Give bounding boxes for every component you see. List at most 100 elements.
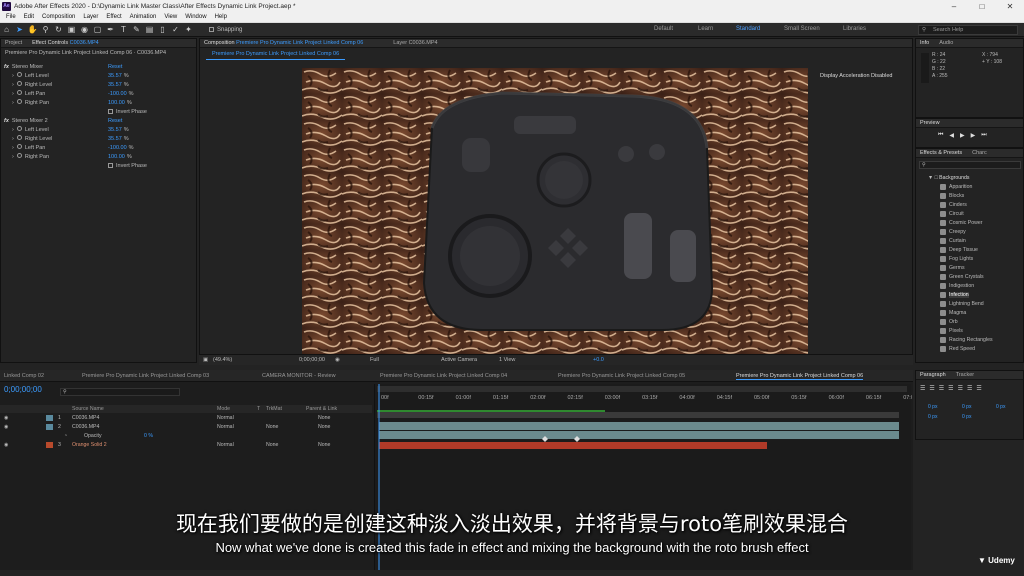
expand-icon[interactable]: › — [12, 136, 14, 142]
zoom-percent[interactable]: (49.4%) — [213, 357, 232, 363]
param-value[interactable]: 100.00% — [108, 100, 132, 106]
expand-icon[interactable]: › — [12, 145, 14, 151]
expand-icon[interactable]: › — [12, 100, 14, 106]
layer-mode[interactable]: Normal — [217, 415, 234, 421]
minimize-icon[interactable]: – — [940, 0, 968, 12]
justify-left-icon[interactable]: ☰ — [948, 385, 953, 392]
param-value[interactable]: 35.57% — [108, 82, 129, 88]
pan-behind-tool-icon[interactable]: ◉ — [79, 24, 90, 35]
menu-file[interactable]: File — [2, 14, 20, 20]
indent-first-value[interactable]: 0 px — [996, 404, 1005, 410]
viewer-timecode[interactable]: 0;00;00;00 — [299, 357, 325, 363]
layer-row[interactable]: ◔ Opacity 0 % — [0, 432, 372, 440]
timeline-search-field[interactable]: ⚲ — [60, 388, 180, 396]
tab-layer[interactable]: Layer C0036.MP4 — [393, 40, 437, 46]
zoom-tool-icon[interactable]: ⚲ — [40, 24, 51, 35]
param-value[interactable]: -100.00% — [108, 91, 134, 97]
puppet-tool-icon[interactable]: ✦ — [183, 24, 194, 35]
menu-help[interactable]: Help — [211, 14, 231, 20]
tab-paragraph[interactable]: Paragraph — [920, 372, 946, 378]
timeline-timecode[interactable]: 0;00;00;00 — [4, 385, 42, 394]
tab-linked-comp-02[interactable]: Linked Comp 02 — [4, 373, 44, 379]
stopwatch-icon[interactable] — [16, 153, 22, 158]
roto-brush-tool-icon[interactable]: ✓ — [170, 24, 181, 35]
eraser-tool-icon[interactable]: ▯ — [157, 24, 168, 35]
visibility-icon[interactable]: ◉ — [4, 442, 9, 448]
comp-flow-tab[interactable]: Premiere Pro Dynamic Link Project Linked… — [206, 50, 346, 60]
align-left-icon[interactable]: ☰ — [920, 385, 925, 392]
layer-trkmat[interactable]: None — [266, 424, 278, 430]
indent-right-value[interactable]: 0 px — [962, 404, 971, 410]
workspace-small-screen[interactable]: Small Screen — [784, 26, 820, 32]
stopwatch-icon[interactable] — [16, 126, 22, 131]
layer-color-label[interactable] — [46, 415, 53, 421]
first-frame-icon[interactable]: ⏮ — [938, 132, 943, 139]
effect-preset-item[interactable]: Racing Rectangles — [940, 337, 993, 343]
visibility-icon[interactable]: ◉ — [4, 415, 9, 421]
param-value[interactable]: 100.00% — [108, 154, 132, 160]
effect-preset-item[interactable]: Cosmic Power — [940, 220, 982, 226]
resolution-select[interactable]: Full — [370, 357, 379, 363]
invert-phase-checkbox[interactable]: Invert Phase — [108, 163, 147, 169]
stopwatch-icon[interactable] — [16, 135, 22, 140]
param-value[interactable]: 35.57% — [108, 73, 129, 79]
expand-icon[interactable]: › — [12, 127, 14, 133]
layer-color-label[interactable] — [46, 442, 53, 448]
clone-stamp-tool-icon[interactable]: ▤ — [144, 24, 155, 35]
tab-linked-comp-06[interactable]: Premiere Pro Dynamic Link Project Linked… — [736, 373, 864, 380]
next-frame-icon[interactable]: ▶ — [971, 132, 976, 139]
effect-preset-item[interactable]: Lightning Bend — [940, 301, 984, 307]
stopwatch-icon[interactable]: ◔ — [64, 433, 67, 439]
close-icon[interactable]: ✕ — [996, 0, 1024, 12]
param-value[interactable]: 35.57% — [108, 127, 129, 133]
space-before-value[interactable]: 0 px — [928, 414, 937, 420]
last-frame-icon[interactable]: ⏭ — [981, 132, 986, 139]
type-tool-icon[interactable]: T — [118, 24, 129, 35]
camera-select[interactable]: Active Camera — [441, 357, 477, 363]
menu-edit[interactable]: Edit — [20, 14, 38, 20]
layer-row[interactable]: ◉ 1 C0036.MP4 Normal None — [0, 414, 372, 422]
stopwatch-icon[interactable] — [16, 99, 22, 104]
home-icon[interactable]: ⌂ — [1, 24, 12, 35]
effect-preset-item[interactable]: Creepy — [940, 229, 966, 235]
tab-effect-controls[interactable]: Effect Controls C0036.MP4 — [32, 40, 99, 46]
tab-info[interactable]: Info — [920, 40, 929, 46]
menu-animation[interactable]: Animation — [126, 14, 161, 20]
effect-preset-item[interactable]: Apparition — [940, 184, 972, 190]
layer-name[interactable]: C0036.MP4 — [72, 415, 99, 421]
hand-tool-icon[interactable]: ✋ — [27, 24, 38, 35]
layer-row[interactable]: ◉ 3 Orange Solid 2 Normal None None — [0, 441, 372, 449]
search-help-field[interactable]: ⚲ Search Help — [918, 25, 1018, 35]
effect-preset-item[interactable]: Green Crystals — [940, 274, 984, 280]
tab-audio[interactable]: Audio — [939, 40, 953, 46]
always-preview-icon[interactable]: ▣ — [203, 357, 208, 363]
layer-name[interactable]: Orange Solid 2 — [72, 442, 107, 448]
align-right-icon[interactable]: ☰ — [939, 385, 944, 392]
expand-icon[interactable]: › — [12, 82, 14, 88]
tab-effects-presets[interactable]: Effects & Presets — [920, 150, 962, 156]
view-layout-select[interactable]: 1 View — [499, 357, 515, 363]
menu-window[interactable]: Window — [181, 14, 210, 20]
rotate-tool-icon[interactable]: ↻ — [53, 24, 64, 35]
stopwatch-icon[interactable] — [16, 144, 22, 149]
layer-3-bar[interactable] — [379, 442, 767, 449]
layer-parent[interactable]: None — [318, 424, 330, 430]
reset-button[interactable]: Reset — [108, 118, 122, 124]
param-value[interactable]: 35.57% — [108, 136, 129, 142]
workspace-libraries[interactable]: Libraries — [843, 26, 866, 32]
workspace-default[interactable]: Default — [654, 26, 673, 32]
effect-preset-item[interactable]: Germs — [940, 265, 965, 271]
backgrounds-folder[interactable]: ▼ □ Backgrounds — [928, 175, 969, 181]
tab-character[interactable]: Charc — [972, 150, 987, 156]
tab-tracker[interactable]: Tracker — [956, 372, 974, 378]
brush-tool-icon[interactable]: ✎ — [131, 24, 142, 35]
effects-search-field[interactable]: ⚲ — [919, 161, 1021, 169]
timeline-navigator[interactable] — [377, 412, 899, 418]
space-after-value[interactable]: 0 px — [962, 414, 971, 420]
tab-linked-comp-05[interactable]: Premiere Pro Dynamic Link Project Linked… — [558, 373, 685, 379]
indent-left-value[interactable]: 0 px — [928, 404, 937, 410]
effect-preset-item[interactable]: Cinders — [940, 202, 967, 208]
layer-mode[interactable]: Normal — [217, 424, 234, 430]
exposure-value[interactable]: +0.0 — [593, 357, 604, 363]
layer-trkmat[interactable]: None — [266, 442, 278, 448]
